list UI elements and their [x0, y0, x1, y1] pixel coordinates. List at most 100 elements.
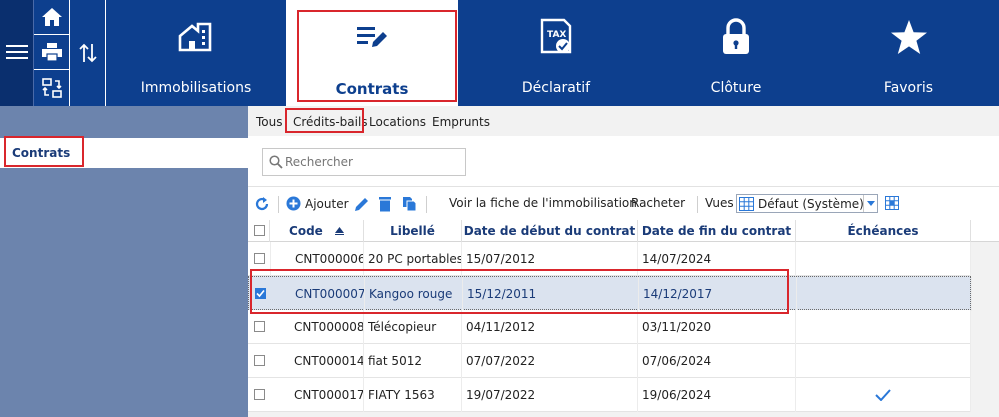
- row-checkbox[interactable]: [254, 389, 265, 400]
- column-header-code[interactable]: Code: [270, 220, 364, 242]
- subtab-emprunts[interactable]: Emprunts: [432, 115, 490, 129]
- table-row[interactable]: CNT000008 Télécopieur 04/11/2012 03/11/2…: [248, 310, 971, 344]
- grid-view-icon: [739, 196, 754, 211]
- subtab-tous[interactable]: Tous: [256, 115, 283, 129]
- cell-code: CNT000017: [270, 378, 364, 412]
- cell-code: CNT000007: [271, 277, 365, 311]
- cell-echeances: [796, 344, 971, 378]
- delete-button[interactable]: [378, 196, 392, 212]
- cell-libelle: Télécopieur: [364, 310, 462, 344]
- sidebar-item-contrats[interactable]: Contrats: [0, 138, 248, 168]
- view-select[interactable]: Défaut (Système): [736, 194, 878, 213]
- cell-libelle: FIATY 1563: [364, 378, 462, 412]
- trash-icon: [379, 197, 391, 212]
- print-button[interactable]: [34, 35, 70, 70]
- subtabs-bar: Tous Crédits-bails Locations Emprunts: [248, 106, 999, 136]
- cell-code: CNT000008: [270, 310, 364, 344]
- view-select-value: Défaut (Système): [758, 196, 864, 211]
- search-area: [248, 136, 999, 186]
- nav-tab-immobilisations[interactable]: Immobilisations: [106, 0, 286, 106]
- cell-libelle: Kangoo rouge: [365, 277, 463, 311]
- cell-date-fin: 07/06/2024: [638, 344, 796, 378]
- row-checkbox[interactable]: [254, 253, 265, 264]
- document-edit-icon: [357, 27, 387, 47]
- sort-ascending-icon: [334, 227, 344, 235]
- edit-button[interactable]: [354, 196, 370, 212]
- grid-settings-icon: [885, 196, 899, 210]
- grid-toolbar: Ajouter Voir la fiche de l'immobilisatio…: [248, 186, 999, 220]
- home-button[interactable]: [34, 0, 70, 35]
- print-icon: [42, 43, 62, 62]
- transfer-button[interactable]: [34, 70, 70, 105]
- view-settings-button[interactable]: [885, 196, 899, 210]
- nav-tab-label: Clôture: [710, 80, 762, 96]
- transfer-icon: [42, 77, 62, 98]
- select-all-checkbox[interactable]: [254, 225, 265, 236]
- column-header-echeances[interactable]: Échéances personnalisées: [796, 220, 971, 260]
- cell-code: CNT000006: [270, 242, 364, 276]
- nav-tab-contrats[interactable]: Contrats: [286, 0, 458, 106]
- table-row[interactable]: CNT000014 fiat 5012 07/07/2022 07/06/202…: [248, 344, 971, 378]
- cell-date-debut: 19/07/2022: [462, 378, 638, 412]
- cell-date-fin: 14/12/2017: [639, 277, 797, 311]
- sidebar: Contrats: [0, 106, 248, 417]
- nav-tab-favoris[interactable]: Favoris: [818, 0, 999, 106]
- cell-code: CNT000014: [270, 344, 364, 378]
- sort-icon: [79, 43, 97, 63]
- search-icon: [269, 155, 283, 169]
- refresh-icon: [255, 197, 269, 211]
- racheter-button[interactable]: Racheter: [631, 196, 685, 210]
- cell-date-fin: 14/07/2024: [638, 242, 796, 276]
- hamburger-menu-button[interactable]: [0, 0, 34, 106]
- vues-label: Vues: [705, 196, 734, 210]
- checkmark-icon: [256, 289, 265, 298]
- grid-header: Code Libellé Date de début du contrat Da…: [248, 220, 999, 260]
- column-header-date-fin[interactable]: Date de fin du contrat: [638, 220, 796, 242]
- column-header-label: Code: [289, 224, 323, 238]
- select-all-cell: [248, 220, 270, 242]
- building-icon: [178, 22, 212, 52]
- column-header-libelle[interactable]: Libellé: [364, 220, 462, 242]
- subtab-credits-bails[interactable]: Crédits-bails: [293, 115, 368, 129]
- cell-date-fin: 03/11/2020: [638, 310, 796, 344]
- cell-date-debut: 15/07/2012: [462, 242, 638, 276]
- checkmark-icon: [875, 389, 891, 402]
- nav-tab-cloture[interactable]: Clôture: [654, 0, 818, 106]
- add-circle-icon: [286, 196, 301, 211]
- voir-fiche-button[interactable]: Voir la fiche de l'immobilisation: [449, 196, 637, 210]
- refresh-button[interactable]: [254, 196, 270, 212]
- table-row[interactable]: CNT000006 20 PC portables 15/07/2012 14/…: [248, 242, 971, 276]
- row-checkbox[interactable]: [254, 321, 265, 332]
- main-panel: Tous Crédits-bails Locations Emprunts Aj…: [248, 106, 999, 417]
- row-checkbox[interactable]: [254, 355, 265, 366]
- add-button-label: Ajouter: [305, 196, 349, 211]
- svg-text:TAX: TAX: [547, 30, 566, 40]
- cell-echeances: [796, 310, 971, 344]
- nav-tab-label: Immobilisations: [140, 80, 252, 96]
- sort-toggle-button[interactable]: [70, 0, 106, 106]
- cell-date-debut: 07/07/2022: [462, 344, 638, 378]
- cell-date-debut: 04/11/2012: [462, 310, 638, 344]
- cell-echeances: [796, 242, 971, 276]
- duplicate-button[interactable]: [402, 196, 417, 212]
- lock-icon: [723, 18, 749, 54]
- search-box[interactable]: [262, 148, 466, 176]
- add-button[interactable]: Ajouter: [286, 196, 349, 211]
- nav-tab-declaratif[interactable]: TAX Déclaratif: [458, 0, 654, 106]
- nav-tab-label: Contrats: [335, 80, 409, 98]
- cell-echeances: [796, 378, 971, 412]
- row-checkbox[interactable]: [255, 288, 266, 299]
- column-header-date-debut[interactable]: Date de début du contrat: [462, 220, 638, 242]
- search-input[interactable]: [285, 153, 461, 171]
- pencil-icon: [355, 198, 368, 211]
- copy-icon: [403, 197, 417, 212]
- top-navigation-bar: Immobilisations Contrats TAX Déclaratif …: [0, 0, 999, 106]
- table-row[interactable]: CNT000007 Kangoo rouge 15/12/2011 14/12/…: [248, 276, 972, 311]
- subtab-locations[interactable]: Locations: [369, 115, 426, 129]
- contracts-grid: Code Libellé Date de début du contrat Da…: [248, 220, 999, 417]
- table-row[interactable]: CNT000017 FIATY 1563 19/07/2022 19/06/20…: [248, 378, 971, 412]
- home-icon: [42, 8, 62, 26]
- cell-date-debut: 15/12/2011: [463, 277, 639, 311]
- cell-libelle: fiat 5012: [364, 344, 462, 378]
- quick-actions: [34, 0, 106, 106]
